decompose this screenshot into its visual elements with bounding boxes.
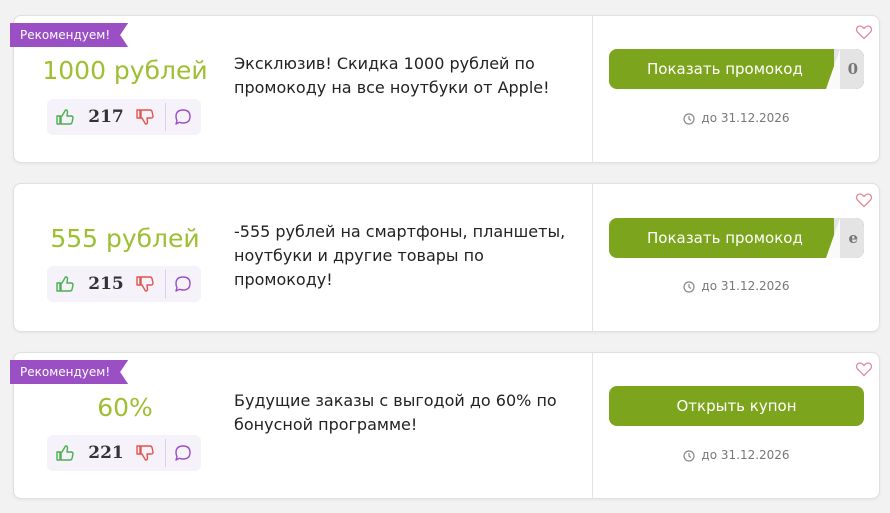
- vote-panel: 221: [47, 435, 201, 471]
- expiry-date: до 31.12.2026: [609, 446, 864, 464]
- comment-icon[interactable]: [173, 274, 193, 294]
- thumbs-down-icon[interactable]: [135, 107, 155, 127]
- vote-count: 221: [88, 443, 124, 463]
- heart-icon[interactable]: [855, 24, 873, 40]
- discount-amount: 60%: [97, 393, 153, 422]
- vote-divider: [165, 270, 166, 298]
- peel-corner: [826, 49, 840, 89]
- comment-icon[interactable]: [173, 443, 193, 463]
- recommended-ribbon: Рекомендуем!: [10, 360, 128, 384]
- thumbs-up-icon[interactable]: [55, 107, 75, 127]
- vote-count: 217: [88, 107, 124, 127]
- thumbs-down-icon[interactable]: [135, 443, 155, 463]
- open-coupon-button[interactable]: Открыть купон: [609, 386, 864, 426]
- coupon-description: -555 рублей на смартфоны, планшеты, ноут…: [234, 222, 566, 289]
- expiry-text: до 31.12.2026: [701, 279, 790, 293]
- show-promocode-button[interactable]: Показать промокод e: [609, 218, 864, 258]
- expiry-text: до 31.12.2026: [701, 111, 790, 125]
- recommended-ribbon: Рекомендуем!: [10, 23, 128, 47]
- button-label: Показать промокод: [647, 60, 803, 78]
- thumbs-up-icon[interactable]: [55, 443, 75, 463]
- discount-amount: 1000 рублей: [42, 56, 208, 85]
- card-divider: [592, 353, 593, 498]
- heart-icon[interactable]: [855, 192, 873, 208]
- clock-icon: [683, 113, 696, 125]
- vote-divider: [165, 103, 166, 131]
- clock-icon: [683, 450, 696, 462]
- card-divider: [592, 16, 593, 162]
- show-promocode-button[interactable]: Показать промокод 0: [609, 49, 864, 89]
- button-label: Показать промокод: [647, 229, 803, 247]
- coupon-card: Рекомендуем! 1000 рублей 217 Эксклюзив! …: [13, 15, 880, 163]
- vote-count: 215: [88, 274, 124, 294]
- coupon-description: Эксклюзив! Скидка 1000 рублей по промоко…: [234, 54, 550, 97]
- comment-icon[interactable]: [173, 107, 193, 127]
- card-divider: [592, 184, 593, 331]
- heart-icon[interactable]: [855, 361, 873, 377]
- expiry-text: до 31.12.2026: [701, 448, 790, 462]
- thumbs-up-icon[interactable]: [55, 274, 75, 294]
- clock-icon: [683, 281, 696, 293]
- vote-panel: 215: [47, 266, 201, 302]
- vote-panel: 217: [47, 99, 201, 135]
- thumbs-down-icon[interactable]: [135, 274, 155, 294]
- peel-corner: [826, 218, 840, 258]
- coupon-card: Рекомендуем! 60% 221 Будущие заказы с вы…: [13, 352, 880, 499]
- expiry-date: до 31.12.2026: [609, 109, 864, 127]
- discount-amount: 555 рублей: [50, 224, 200, 253]
- coupon-card: 555 рублей 215 -555 рублей на смартфоны,…: [13, 183, 880, 332]
- expiry-date: до 31.12.2026: [609, 277, 864, 295]
- vote-divider: [165, 439, 166, 467]
- coupon-description: Будущие заказы с выгодой до 60% по бонус…: [234, 391, 557, 434]
